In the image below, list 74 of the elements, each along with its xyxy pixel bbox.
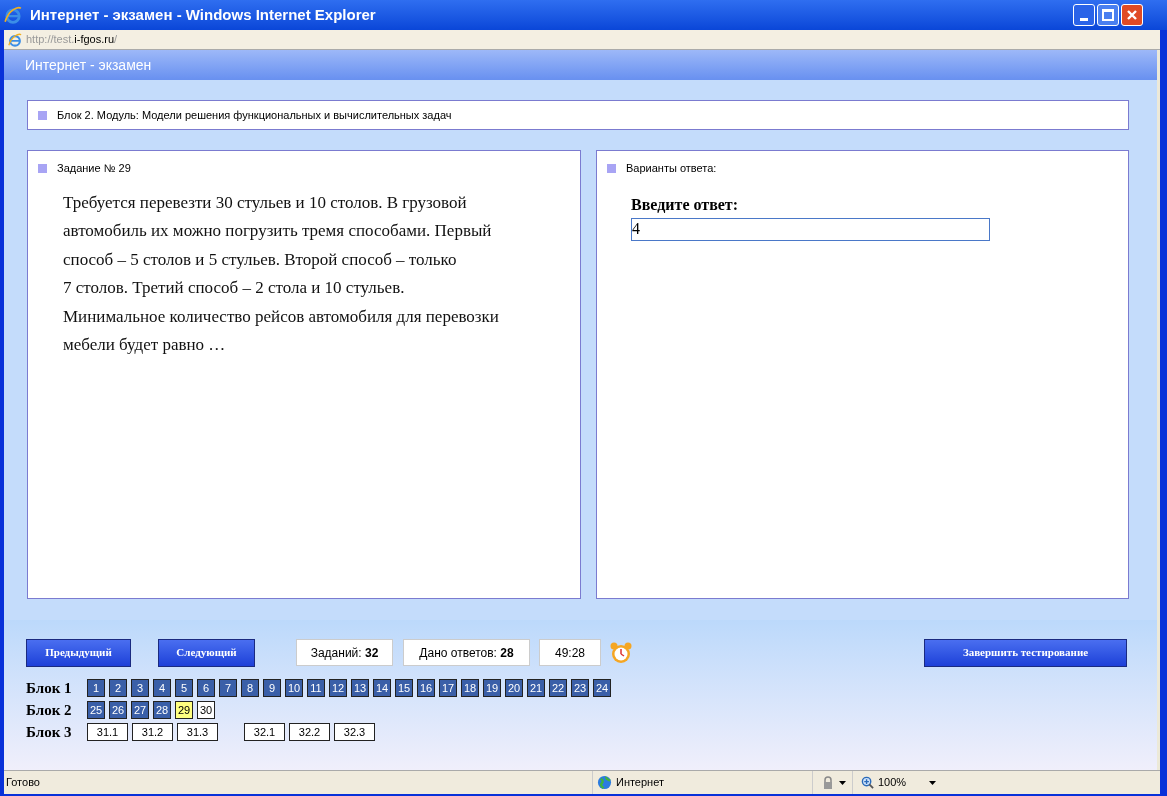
question-number-button[interactable]: 1 — [87, 679, 105, 697]
browser-logo-icon — [8, 32, 22, 47]
task-heading: Задание № 29 — [57, 161, 131, 176]
finish-button[interactable]: Завершить тестирование — [924, 638, 1127, 667]
question-number-button[interactable]: 31.2 — [132, 723, 173, 741]
question-number-button[interactable]: 18 — [461, 679, 479, 697]
dropdown-caret-icon[interactable] — [928, 780, 936, 785]
block-label: Блок 2 — [26, 700, 73, 720]
question-number-button[interactable]: 29 — [175, 701, 193, 719]
block-label: Блок 3 — [26, 722, 73, 742]
page-title: Интернет - экзамен — [25, 55, 152, 75]
counter-label: Заданий: 32 — [296, 639, 393, 666]
alarm-clock-icon — [609, 640, 633, 665]
question-number-button[interactable]: 6 — [197, 679, 215, 697]
question-number-button[interactable]: 8 — [241, 679, 259, 697]
question-number-button[interactable]: 24 — [593, 679, 611, 697]
address-url: http://test.i-fgos.ru/ — [26, 32, 118, 48]
question-number-button[interactable]: 5 — [175, 679, 193, 697]
question-number-button[interactable]: 30 — [197, 701, 215, 719]
question-number-button[interactable]: 22 — [549, 679, 567, 697]
question-number-button[interactable]: 32.3 — [334, 723, 375, 741]
question-number-button[interactable]: 21 — [527, 679, 545, 697]
maximize-icon — [1102, 9, 1114, 21]
dropdown-caret-icon[interactable] — [838, 780, 846, 785]
answer-prompt: Введите ответ: — [630, 194, 740, 215]
bullet-icon — [38, 163, 47, 173]
bullet-icon — [607, 163, 616, 173]
address-bar[interactable]: http://test.i-fgos.ru/ — [4, 30, 1160, 50]
question-number-button[interactable]: 20 — [505, 679, 523, 697]
question-number-button[interactable]: 14 — [373, 679, 391, 697]
question-number-button[interactable]: 28 — [153, 701, 171, 719]
question-number-button[interactable]: 12 — [329, 679, 347, 697]
globe-icon — [596, 775, 612, 790]
question-number-button[interactable]: 32.2 — [289, 723, 330, 741]
minimize-icon — [1080, 18, 1088, 21]
question-number-button[interactable]: 11 — [307, 679, 325, 697]
minimize-button[interactable] — [1073, 4, 1095, 26]
question-number-button[interactable]: 31.1 — [87, 723, 128, 741]
browser-logo-icon — [4, 6, 22, 24]
window-title: Интернет - экзамен - Windows Internet Explorer — [30, 4, 376, 25]
question-number-button[interactable]: 16 — [417, 679, 435, 697]
question-number-button[interactable]: 32.1 — [244, 723, 285, 741]
question-number-button[interactable]: 17 — [439, 679, 457, 697]
timer-label: 49:28 — [539, 639, 601, 666]
question-number-button[interactable]: 3 — [131, 679, 149, 697]
question-number-button[interactable]: 15 — [395, 679, 413, 697]
question-number-button[interactable]: 26 — [109, 701, 127, 719]
question-text: Требуется перевезти 30 стульев и 10 столов. В грузовой автомобиль их можно погрузить тремя способами. Первый способ – 5 столов и 5 стульев. Второй способ – только 7 столов. Третий способ – 2 стола и 10 стульев. Минимальное количество рейсов автомобиля для перевозки мебели будет равно … — [62, 191, 500, 356]
question-number-button[interactable]: 25 — [87, 701, 105, 719]
question-number-button[interactable]: 2 — [109, 679, 127, 697]
close-button[interactable] — [1121, 4, 1143, 26]
question-number-button[interactable]: 19 — [483, 679, 501, 697]
answer-heading: Варианты ответа: — [626, 161, 717, 176]
next-button[interactable]: Следующий — [158, 638, 255, 667]
question-number-button[interactable]: 31.3 — [177, 723, 218, 741]
previous-button[interactable]: Предыдущий — [26, 638, 131, 667]
bullet-icon — [38, 110, 47, 120]
close-icon — [1126, 9, 1138, 21]
maximize-button[interactable] — [1097, 4, 1119, 26]
answer-field[interactable]: 4 — [631, 217, 990, 241]
counter-label: Дано ответов: 28 — [403, 639, 530, 666]
question-number-button[interactable]: 13 — [351, 679, 369, 697]
status-text: Готово — [6, 775, 40, 791]
zoom-icon — [860, 776, 874, 789]
zoom-level[interactable]: 100% — [877, 774, 907, 791]
question-number-button[interactable]: 27 — [131, 701, 149, 719]
question-number-button[interactable]: 23 — [571, 679, 589, 697]
question-number-button[interactable]: 4 — [153, 679, 171, 697]
question-number-button[interactable]: 9 — [263, 679, 281, 697]
zone-text: Интернет — [615, 775, 664, 791]
question-number-button[interactable]: 10 — [285, 679, 303, 697]
block-title: Блок 2. Модуль: Модели решения функциональных и вычислительных задач — [57, 107, 452, 123]
question-number-button[interactable]: 7 — [219, 679, 237, 697]
block-label: Блок 1 — [26, 678, 73, 698]
